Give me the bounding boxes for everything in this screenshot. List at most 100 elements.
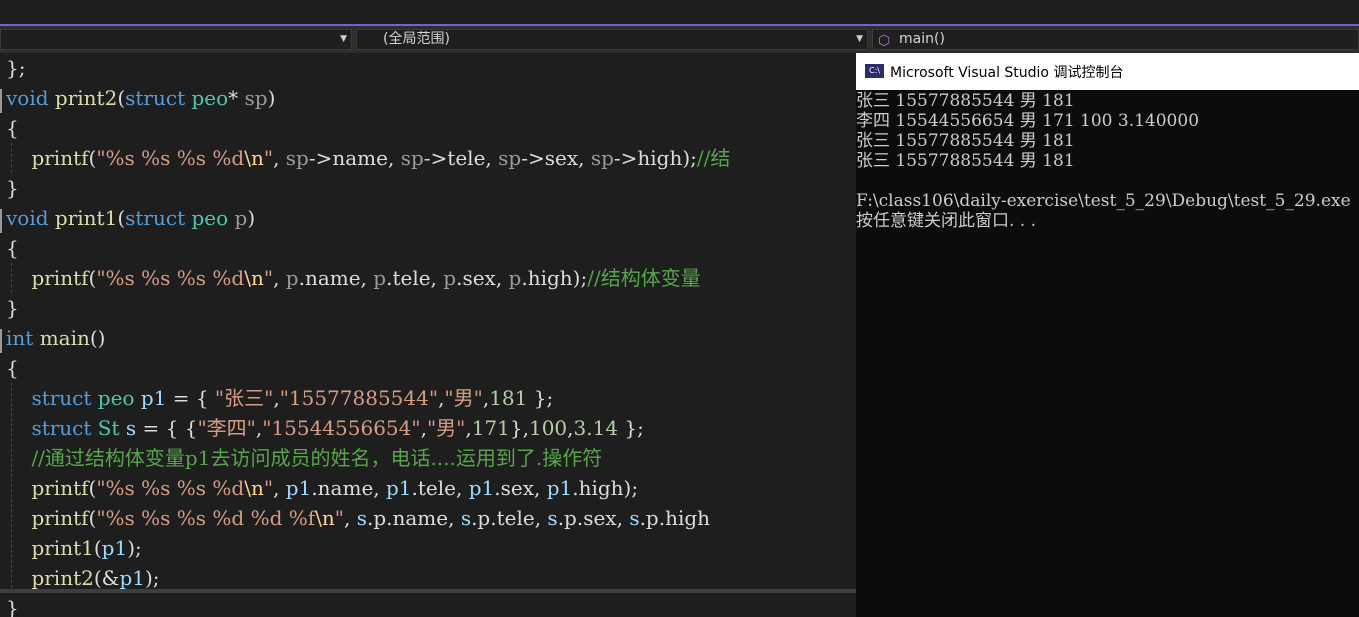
code-token: { [6,116,19,140]
code-token: .p.name, [366,506,461,530]
code-token: ); [144,566,160,590]
code-token: "15577885544" [279,386,439,410]
collapse-marker[interactable] [0,329,2,353]
code-token: printf [31,146,89,170]
code-token: }; [527,386,554,410]
debug-console-window[interactable]: C:\ Microsoft Visual Studio 调试控制台 张三 155… [856,53,1359,617]
console-line: 按任意键关闭此窗口. . . [856,211,1037,231]
code-token: St [97,416,120,440]
code-token: printf [31,476,89,500]
code-token: .high); [572,476,639,500]
function-combo[interactable]: ⬡ main() [872,29,1359,50]
code-line[interactable]: { [6,113,19,143]
code-line[interactable]: { [6,233,19,263]
code-token: ->tele, [423,146,499,170]
code-token: "李四" [197,416,256,440]
code-token: sp [244,86,268,110]
code-line[interactable]: void print2(struct peo* sp) [6,83,275,113]
chevron-down-icon[interactable]: ▼ [340,30,347,49]
function-combo-label: main() [899,31,945,47]
code-token: .p.sex, [557,506,630,530]
code-token: struct [125,206,186,230]
code-line[interactable]: printf("%s %s %s %d %d %f\n", s.p.name, … [6,503,710,533]
code-token: ( [93,536,102,560]
code-token: , [273,146,286,170]
code-token: }, [509,416,529,440]
scope-combo[interactable]: (全局范围) ▼ [356,29,868,50]
code-token: int [6,326,34,350]
code-token: ->high); [613,146,697,170]
code-token: printf [31,506,89,530]
code-token: = { { [136,416,198,440]
code-line[interactable]: int main() [6,323,105,353]
code-line[interactable]: }; [6,53,25,83]
code-token: " [334,506,344,530]
code-token: struct [31,416,92,440]
chevron-down-icon[interactable]: ▼ [856,30,863,49]
code-token: //结 [696,146,731,170]
code-line[interactable]: printf("%s %s %s %d\n", p1.name, p1.tele… [6,473,638,503]
code-line[interactable]: struct St s = { {"李四","15544556654","男",… [6,413,644,443]
code-line[interactable]: print2(&p1); [6,563,160,593]
collapse-marker[interactable] [0,89,2,113]
cube-icon: ⬡ [878,33,891,49]
code-token: (& [93,566,120,590]
code-line[interactable]: //通过结构体变量p1去访问成员的姓名，电话....运用到了.操作符 [6,443,602,473]
code-token: ( [117,206,126,230]
code-line[interactable]: struct peo p1 = { "张三","15577885544","男"… [6,383,553,413]
code-token: ->sex, [521,146,591,170]
code-line[interactable]: print1(p1); [6,533,141,563]
navigation-bar: ▼ (全局范围) ▼ ⬡ main() [0,26,1359,53]
code-token: "%s %s %s %d [96,146,245,170]
code-token: 171 [471,416,510,440]
code-token: s [629,506,640,530]
code-token: "%s %s %s %d [96,476,245,500]
code-token: p1 [386,476,412,500]
code-token: p1 [140,386,167,410]
code-token: } [6,176,19,200]
code-token: void [6,86,49,110]
code-token: peo [191,206,229,230]
code-token: p1 [119,566,145,590]
code-line[interactable]: } [6,593,19,617]
code-token: \n [244,476,264,500]
code-token: s [356,506,367,530]
code-line[interactable]: printf("%s %s %s %d\n", p.name, p.tele, … [6,263,700,293]
code-token: print1 [54,206,118,230]
code-token: sp [285,146,309,170]
code-token: } [6,596,19,617]
code-token: s [547,506,558,530]
code-token: p1 [285,476,312,500]
code-line[interactable]: } [6,173,19,203]
code-token: .p.high [639,506,711,530]
project-combo[interactable]: ▼ [0,29,352,50]
code-line[interactable]: } [6,293,19,323]
code-token: }; [618,416,644,440]
code-token: p [234,206,248,230]
code-token: , [343,506,357,530]
collapse-marker[interactable] [0,209,2,233]
code-token: " [263,146,274,170]
code-token: .p.tele, [471,506,548,530]
code-token: s [125,416,137,440]
code-token: p [443,266,457,290]
code-token: peo [97,386,135,410]
code-line[interactable]: void print1(struct peo p) [6,203,255,233]
code-token: print2 [31,566,94,590]
code-token: 100 [528,416,568,440]
code-line[interactable]: printf("%s %s %s %d\n", sp->name, sp->te… [6,143,730,173]
scope-combo-label: (全局范围) [383,31,450,47]
code-token: \n [244,266,264,290]
code-line[interactable]: { [6,353,19,383]
console-line: 张三 15577885544 男 181 [856,131,1075,151]
code-token: struct [31,386,92,410]
code-token: "男" [426,416,466,440]
code-editor[interactable]: }; void print2(struct peo* sp){ printf("%… [0,53,856,617]
console-title-bar[interactable]: C:\ Microsoft Visual Studio 调试控制台 [856,53,1359,90]
